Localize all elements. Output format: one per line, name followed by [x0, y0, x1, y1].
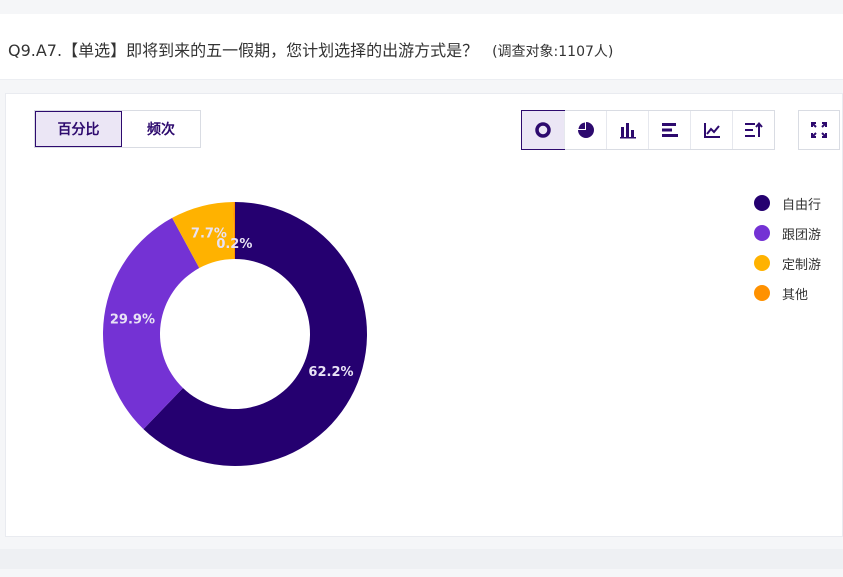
legend-item-2[interactable]: 跟团游: [754, 218, 821, 248]
legend-item-4[interactable]: 其他: [754, 278, 821, 308]
slice-label-1: 62.2%: [308, 365, 353, 380]
legend-label: 自由行: [782, 197, 822, 213]
question-text: Q9.A7.【单选】即将到来的五一假期，您计划选择的出游方式是？: [8, 41, 479, 60]
legend-swatch: [754, 225, 770, 241]
footer-bar: [0, 549, 843, 569]
legend-label: 其他: [782, 287, 809, 303]
legend-swatch: [754, 285, 770, 301]
legend-swatch: [754, 255, 770, 271]
chart-panel: 百分比 频次 62.2% 29.9% 7.7% 0.2% 自由行 跟团游 定制游…: [5, 93, 843, 537]
chart-legend: 自由行跟团游定制游其他: [754, 188, 821, 308]
legend-item-1[interactable]: 自由行: [754, 188, 821, 218]
legend-label: 跟团游: [782, 227, 822, 243]
slice-label-4: 0.2%: [216, 237, 252, 252]
donut-chart: 62.2%29.9%7.7%0.2%: [103, 202, 368, 467]
legend-swatch: [754, 195, 770, 211]
slice-label-2: 29.9%: [110, 313, 155, 328]
legend-label: 定制游: [782, 257, 822, 273]
respondent-count: (调查对象:1107人): [492, 44, 614, 60]
question-title: Q9.A7.【单选】即将到来的五一假期，您计划选择的出游方式是？ (调查对象:11…: [8, 37, 613, 61]
question-header: Q9.A7.【单选】即将到来的五一假期，您计划选择的出游方式是？ (调查对象:11…: [0, 14, 843, 80]
legend-item-3[interactable]: 定制游: [754, 248, 821, 278]
